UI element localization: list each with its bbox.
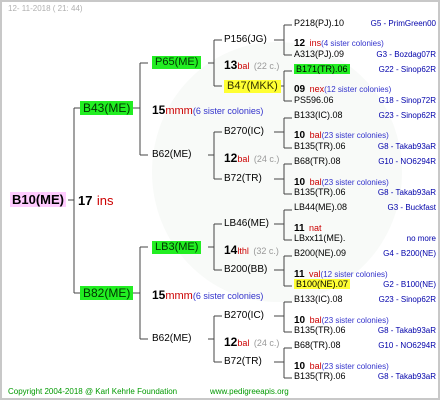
- gen5-bee[interactable]: B200(NE).09: [294, 249, 346, 258]
- gen5-bee-label: B135(TR).06: [294, 371, 346, 381]
- gen5-mating-label: nat: [309, 223, 322, 233]
- b82-mating: 15mmm(6 sister colonies): [152, 288, 264, 302]
- queen-p65[interactable]: P65(ME): [152, 56, 202, 69]
- gen5-bee-label: PS596.06: [294, 95, 334, 105]
- gen5-bee-label: B200(NE).09: [294, 248, 347, 258]
- gen5-bee-label: B133(IC).08: [294, 110, 343, 120]
- gen5-bee[interactable]: LBxx11(ME).: [294, 234, 345, 243]
- gen5-breeding-line[interactable]: G8 - Takab93aR: [378, 143, 436, 151]
- gen5-breeding-line[interactable]: G3 - Bozdag07R: [376, 51, 436, 59]
- gen5-mating-label: val: [309, 269, 321, 279]
- queen-p156[interactable]: P156(JG): [224, 35, 267, 45]
- queen-b200[interactable]: B200(BB): [224, 265, 267, 275]
- gen5-sisters: (4 sister colonies): [321, 39, 384, 48]
- gen5-breeding-line[interactable]: G4 - B200(NE): [383, 250, 436, 258]
- queen-b47[interactable]: B47(MKK): [224, 80, 281, 93]
- queen-b10-label: B10(ME): [10, 192, 67, 207]
- p65-mating: 13bal (22 c.): [224, 58, 280, 72]
- queen-lb46[interactable]: LB46(ME): [224, 219, 269, 229]
- pedigree-frame: 12- 11-2018 ( 21: 44) B10(ME) 17 ins B43…: [0, 0, 440, 400]
- gen5-mating-label: bal: [309, 177, 322, 187]
- gen5-bee-label: LB44(ME).08: [294, 202, 348, 212]
- gen5-bee[interactable]: B133(IC).08: [294, 295, 343, 304]
- gen5-breeding-line[interactable]: G10 - NO6294R: [378, 342, 436, 350]
- gen1-mating: 17 ins: [78, 193, 114, 208]
- queen-b270-b[interactable]: B270(IC): [224, 311, 264, 321]
- gen5-bee-label: B135(TR).06: [294, 187, 346, 197]
- gen5-breeding-line[interactable]: G8 - Takab93aR: [378, 373, 436, 381]
- b270-b-mating: 12bal (24 c.): [224, 335, 280, 349]
- b270-a-mating: 12bal (24 c.): [224, 151, 280, 165]
- queen-b72-a[interactable]: B72(TR): [224, 174, 262, 184]
- gen5-mating-label: bal: [309, 315, 322, 325]
- queen-b62-a[interactable]: B62(ME): [152, 150, 191, 160]
- gen5-mating-num: 10: [294, 130, 306, 141]
- gen5-bee-label: LBxx11(ME).: [294, 233, 346, 243]
- gen5-sisters: (23 sister colonies): [321, 131, 389, 140]
- queen-b10[interactable]: B10(ME): [10, 192, 67, 207]
- gen5-breeding-line[interactable]: G8 - Takab93aR: [378, 189, 436, 197]
- gen5-bee-label: B133(IC).08: [294, 294, 343, 304]
- gen5-breeding-line[interactable]: G22 - Sinop62R: [379, 66, 436, 74]
- gen5-bee[interactable]: B135(TR).06: [294, 188, 346, 197]
- gen5-bee[interactable]: B135(TR).06: [294, 326, 346, 335]
- gen5-bee[interactable]: B133(IC).08: [294, 111, 343, 120]
- queen-b62-b[interactable]: B62(ME): [152, 334, 191, 344]
- gen5-breeding-line[interactable]: G18 - Sinop72R: [379, 97, 436, 105]
- gen5-bee[interactable]: B135(TR).06: [294, 372, 346, 381]
- gen5-sisters: (23 sister colonies): [321, 316, 389, 325]
- gen5-bee-label: B100(NE).07: [294, 279, 351, 289]
- gen5-mating-label: ins: [309, 38, 322, 48]
- gen5-mating-label: bal: [309, 361, 322, 371]
- gen5-breeding-line[interactable]: no more: [407, 235, 436, 243]
- gen5-bee-label: A313(PJ).09: [294, 49, 345, 59]
- gen5-breeding-line[interactable]: G10 - NO6294R: [378, 158, 436, 166]
- gen5-sisters: (23 sister colonies): [321, 178, 389, 187]
- gen5-sisters: (12 sister colonies): [320, 270, 388, 279]
- gen5-bee[interactable]: B100(NE).07: [294, 279, 351, 289]
- date-header: 12- 11-2018 ( 21: 44): [8, 4, 83, 13]
- gen5-bee-label: B171(TR).06: [294, 64, 350, 74]
- queen-lb3[interactable]: LB3(ME): [152, 241, 202, 254]
- gen5-bee-label: P218(PJ).10: [294, 18, 345, 28]
- queen-b82[interactable]: B82(ME): [80, 286, 134, 300]
- gen5-bee[interactable]: B68(TR).08: [294, 341, 341, 350]
- gen5-breeding-line[interactable]: G23 - Sinop62R: [379, 296, 436, 304]
- queen-b43[interactable]: B43(ME): [80, 101, 134, 115]
- gen5-bee[interactable]: A313(PJ).09: [294, 50, 344, 59]
- gen5-bee-label: B68(TR).08: [294, 156, 341, 166]
- gen5-bee-label: B135(TR).06: [294, 141, 346, 151]
- gen5-sisters: (12 sister colonies): [324, 85, 392, 94]
- gen5-breeding-line[interactable]: G3 - Buckfast: [388, 204, 436, 212]
- gen5-mating-label: nex: [309, 84, 325, 94]
- footer-link[interactable]: www.pedigreeapis.org: [210, 388, 289, 396]
- footer-copyright: Copyright 2004-2018 @ Karl Kehrle Founda…: [8, 387, 178, 396]
- b43-mating: 15mmm(6 sister colonies): [152, 103, 264, 117]
- queen-b270-a[interactable]: B270(IC): [224, 127, 264, 137]
- gen5-mating-label: bal: [309, 130, 322, 140]
- tree-lines: [68, 24, 292, 379]
- gen5-breeding-line[interactable]: G2 - B100(NE): [383, 281, 436, 289]
- gen5-breeding-line[interactable]: G23 - Sinop62R: [379, 112, 436, 120]
- gen5-mating-num: 09: [294, 84, 306, 95]
- gen5-sisters: (23 sister colonies): [321, 362, 389, 371]
- gen5-bee-label: B135(TR).06: [294, 325, 346, 335]
- gen5-mating-num: 12: [294, 38, 306, 49]
- lb3-mating: 14lthl (32 c.): [224, 243, 279, 257]
- gen5-bee[interactable]: B68(TR).08: [294, 157, 341, 166]
- gen5-bee[interactable]: PS596.06: [294, 96, 334, 105]
- gen5-mating: 10 bal(23 sister colonies): [294, 126, 389, 142]
- gen5-bee[interactable]: LB44(ME).08: [294, 203, 347, 212]
- gen5-bee[interactable]: P218(PJ).10: [294, 19, 344, 28]
- gen5-bee-label: B68(TR).08: [294, 340, 341, 350]
- gen5-breeding-line[interactable]: G5 - PrimGreen00: [371, 20, 436, 28]
- queen-b72-b[interactable]: B72(TR): [224, 357, 262, 367]
- gen5-breeding-line[interactable]: G8 - Takab93aR: [378, 327, 436, 335]
- gen5-bee[interactable]: B135(TR).06: [294, 142, 346, 151]
- gen5-bee[interactable]: B171(TR).06: [294, 64, 350, 74]
- gen5-mating: 12 ins(4 sister colonies): [294, 34, 384, 50]
- gen5-mating: 09 nex(12 sister colonies): [294, 80, 391, 96]
